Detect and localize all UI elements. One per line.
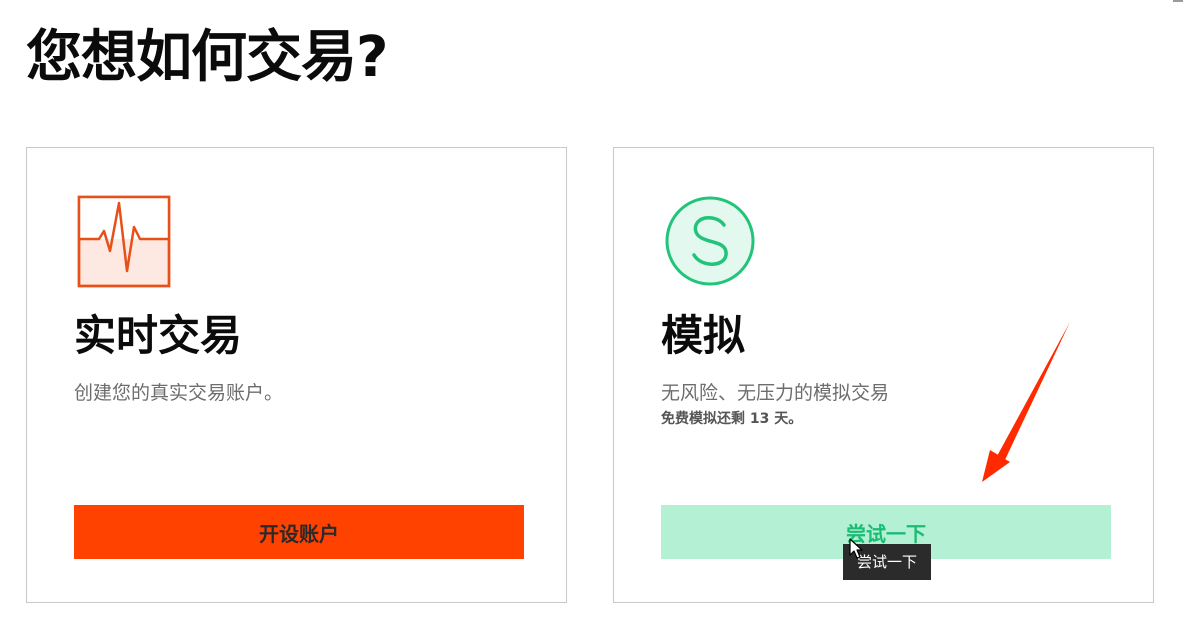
page: 您想如何交易? 实时交易 创建您的真实交易账户。 开设账户 模拟 无风险、无压力… <box>0 0 1187 637</box>
mouse-cursor-icon <box>849 538 863 559</box>
red-arrow-icon <box>982 322 1070 482</box>
letter-s-circle-icon <box>665 196 755 286</box>
live-card-title: 实时交易 <box>74 311 243 360</box>
demo-card-title: 模拟 <box>661 311 746 360</box>
demo-trial-note: 免费模拟还剩 13 天。 <box>661 411 803 427</box>
live-card-description: 创建您的真实交易账户。 <box>74 382 284 404</box>
page-title: 您想如何交易? <box>26 25 388 90</box>
live-trading-card: 实时交易 创建您的真实交易账户。 开设账户 <box>26 147 567 603</box>
demo-card-description: 无风险、无压力的模拟交易 <box>661 382 890 404</box>
open-account-button[interactable]: 开设账户 <box>74 505 524 559</box>
pulse-chart-icon <box>77 195 171 288</box>
window-corner-mark <box>1173 0 1183 2</box>
